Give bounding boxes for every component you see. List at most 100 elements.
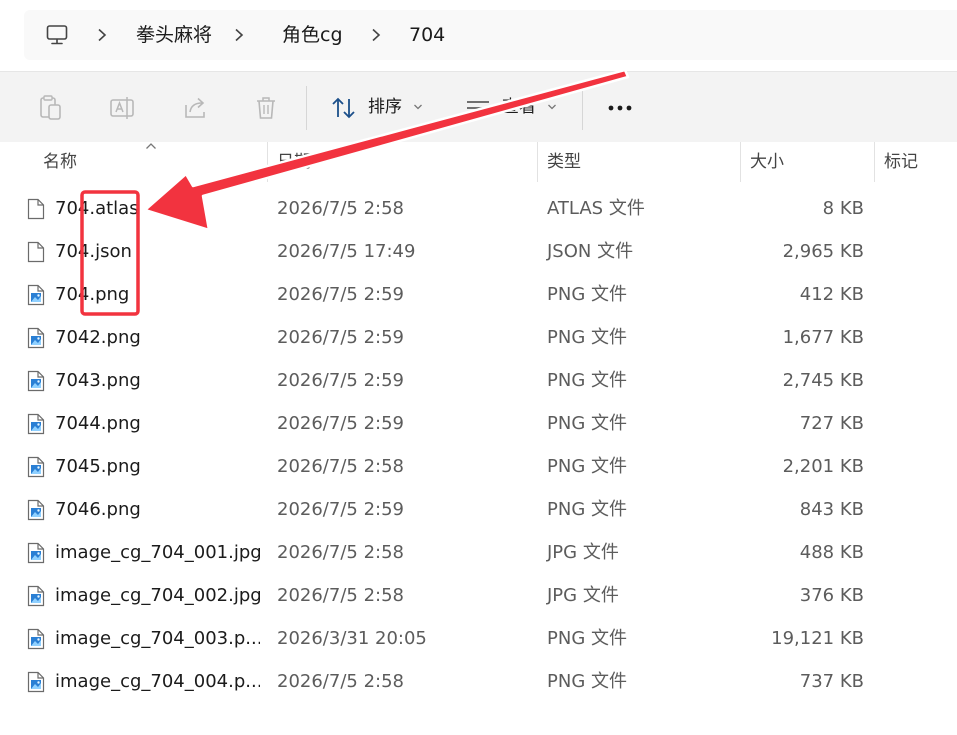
file-type: ATLAS 文件 bbox=[547, 198, 645, 219]
view-button[interactable]: 查看 bbox=[502, 95, 536, 119]
file-name[interactable]: 7045.png bbox=[55, 455, 260, 479]
file-type: PNG 文件 bbox=[547, 370, 627, 391]
file-row[interactable]: image_cg_704_001.jpg 2026/7/5 2:58 JPG 文件 4… bbox=[0, 532, 957, 575]
sort-icon[interactable] bbox=[330, 95, 358, 121]
address-bar[interactable]: 拳头麻将 角色cg 704 bbox=[24, 10, 957, 60]
column-divider[interactable] bbox=[874, 142, 875, 182]
rename-icon[interactable] bbox=[109, 95, 137, 121]
chevron-down-icon[interactable] bbox=[547, 103, 557, 111]
file-type: PNG 文件 bbox=[547, 327, 627, 348]
file-row[interactable]: 7042.png 2026/7/5 2:59 PNG 文件 1,677 KB bbox=[0, 317, 957, 360]
file-row[interactable]: image_cg_704_003.p... 2026/3/31 20:05 PNG … bbox=[0, 618, 957, 661]
delete-icon[interactable] bbox=[253, 95, 281, 121]
file-size: 412 KB bbox=[799, 284, 864, 305]
image-file-icon bbox=[27, 542, 45, 564]
column-divider[interactable] bbox=[267, 142, 268, 182]
file-size: 727 KB bbox=[799, 413, 864, 434]
image-file-icon bbox=[27, 499, 45, 521]
file-size: 737 KB bbox=[799, 671, 864, 692]
file-date-modified: 2026/7/5 2:58 bbox=[277, 198, 404, 219]
image-file-icon bbox=[27, 370, 45, 392]
file-type: JPG 文件 bbox=[547, 542, 619, 563]
file-row[interactable]: image_cg_704_002.jpg 2026/7/5 2:58 JPG 文件 3… bbox=[0, 575, 957, 618]
sort-ascending-icon bbox=[146, 143, 156, 149]
image-file-icon bbox=[27, 628, 45, 650]
file-size: 19,121 KB bbox=[771, 628, 864, 649]
image-file-icon bbox=[27, 284, 45, 306]
file-size: 2,745 KB bbox=[782, 370, 864, 391]
more-options-icon[interactable] bbox=[606, 104, 636, 112]
image-file-icon bbox=[27, 456, 45, 478]
file-size: 376 KB bbox=[799, 585, 864, 606]
share-icon[interactable] bbox=[182, 95, 210, 121]
file-date-modified: 2026/3/31 20:05 bbox=[277, 628, 427, 649]
file-row[interactable]: 7044.png 2026/7/5 2:59 PNG 文件 727 KB bbox=[0, 403, 957, 446]
file-row[interactable]: 704.json 2026/7/5 17:49 JSON 文件 2,965 KB bbox=[0, 231, 957, 274]
file-date-modified: 2026/7/5 2:59 bbox=[277, 370, 404, 391]
column-header-date[interactable]: 日期 bbox=[277, 150, 311, 174]
chevron-right-icon[interactable] bbox=[96, 28, 108, 42]
breadcrumb-item-2[interactable]: 角色cg bbox=[282, 23, 343, 47]
file-row[interactable]: 7046.png 2026/7/5 2:59 PNG 文件 843 KB bbox=[0, 489, 957, 532]
file-list: 704.atlas 2026/7/5 2:58 ATLAS 文件 8 KB 704.js… bbox=[0, 188, 957, 704]
file-type: PNG 文件 bbox=[547, 284, 627, 305]
chevron-right-icon[interactable] bbox=[370, 28, 382, 42]
sort-button[interactable]: 排序 bbox=[368, 95, 402, 119]
file-size: 2,965 KB bbox=[782, 241, 864, 262]
toolbar-separator bbox=[582, 86, 583, 130]
image-file-icon bbox=[27, 671, 45, 693]
file-name[interactable]: image_cg_704_001.jpg bbox=[55, 541, 260, 565]
file-name[interactable]: 704.json bbox=[55, 240, 260, 264]
command-bar: 排序 查看 bbox=[0, 71, 957, 143]
file-type: JPG 文件 bbox=[547, 585, 619, 606]
file-date-modified: 2026/7/5 2:59 bbox=[277, 284, 404, 305]
file-type: PNG 文件 bbox=[547, 413, 627, 434]
file-name[interactable]: image_cg_704_004.p... bbox=[55, 670, 260, 694]
column-divider[interactable] bbox=[537, 142, 538, 182]
image-file-icon bbox=[27, 413, 45, 435]
file-size: 1,677 KB bbox=[782, 327, 864, 348]
view-icon[interactable] bbox=[464, 95, 492, 121]
file-name[interactable]: 7046.png bbox=[55, 498, 260, 522]
file-name[interactable]: 7043.png bbox=[55, 369, 260, 393]
file-date-modified: 2026/7/5 2:58 bbox=[277, 671, 404, 692]
column-header-tags[interactable]: 标记 bbox=[884, 150, 918, 174]
file-explorer-window: 拳头麻将 角色cg 704 排序 查看 名称 日期 类型 大小 标记 704.a… bbox=[0, 0, 957, 735]
file-size: 2,201 KB bbox=[782, 456, 864, 477]
breadcrumb-item-1[interactable]: 拳头麻将 bbox=[136, 23, 212, 47]
file-type: PNG 文件 bbox=[547, 628, 627, 649]
file-type: PNG 文件 bbox=[547, 671, 627, 692]
file-row[interactable]: 704.png 2026/7/5 2:59 PNG 文件 412 KB bbox=[0, 274, 957, 317]
file-name[interactable]: image_cg_704_002.jpg bbox=[55, 584, 260, 608]
image-file-icon bbox=[27, 585, 45, 607]
this-pc-icon[interactable] bbox=[46, 24, 68, 46]
file-date-modified: 2026/7/5 17:49 bbox=[277, 241, 416, 262]
column-divider[interactable] bbox=[740, 142, 741, 182]
toolbar-separator bbox=[306, 86, 307, 130]
column-header-type[interactable]: 类型 bbox=[547, 150, 581, 174]
file-name[interactable]: 7044.png bbox=[55, 412, 260, 436]
column-header-size[interactable]: 大小 bbox=[750, 150, 784, 174]
column-header-row: 名称 日期 类型 大小 标记 bbox=[0, 142, 957, 182]
file-type: JSON 文件 bbox=[547, 241, 634, 262]
file-row[interactable]: 7045.png 2026/7/5 2:58 PNG 文件 2,201 KB bbox=[0, 446, 957, 489]
chevron-right-icon[interactable] bbox=[233, 28, 245, 42]
file-size: 8 KB bbox=[822, 198, 864, 219]
file-row[interactable]: image_cg_704_004.p... 2026/7/5 2:58 PNG 文件… bbox=[0, 661, 957, 704]
file-name[interactable]: 704.atlas bbox=[55, 197, 260, 221]
file-type: PNG 文件 bbox=[547, 456, 627, 477]
file-date-modified: 2026/7/5 2:59 bbox=[277, 327, 404, 348]
file-date-modified: 2026/7/5 2:59 bbox=[277, 499, 404, 520]
paste-icon[interactable] bbox=[37, 95, 65, 121]
file-size: 843 KB bbox=[799, 499, 864, 520]
image-file-icon bbox=[27, 327, 45, 349]
file-name[interactable]: image_cg_704_003.p... bbox=[55, 627, 260, 651]
file-name[interactable]: 704.png bbox=[55, 283, 260, 307]
breadcrumb-item-3[interactable]: 704 bbox=[409, 23, 445, 47]
file-name[interactable]: 7042.png bbox=[55, 326, 260, 350]
file-row[interactable]: 704.atlas 2026/7/5 2:58 ATLAS 文件 8 KB bbox=[0, 188, 957, 231]
file-date-modified: 2026/7/5 2:59 bbox=[277, 413, 404, 434]
chevron-down-icon[interactable] bbox=[413, 103, 423, 111]
column-header-name[interactable]: 名称 bbox=[43, 150, 77, 174]
file-row[interactable]: 7043.png 2026/7/5 2:59 PNG 文件 2,745 KB bbox=[0, 360, 957, 403]
